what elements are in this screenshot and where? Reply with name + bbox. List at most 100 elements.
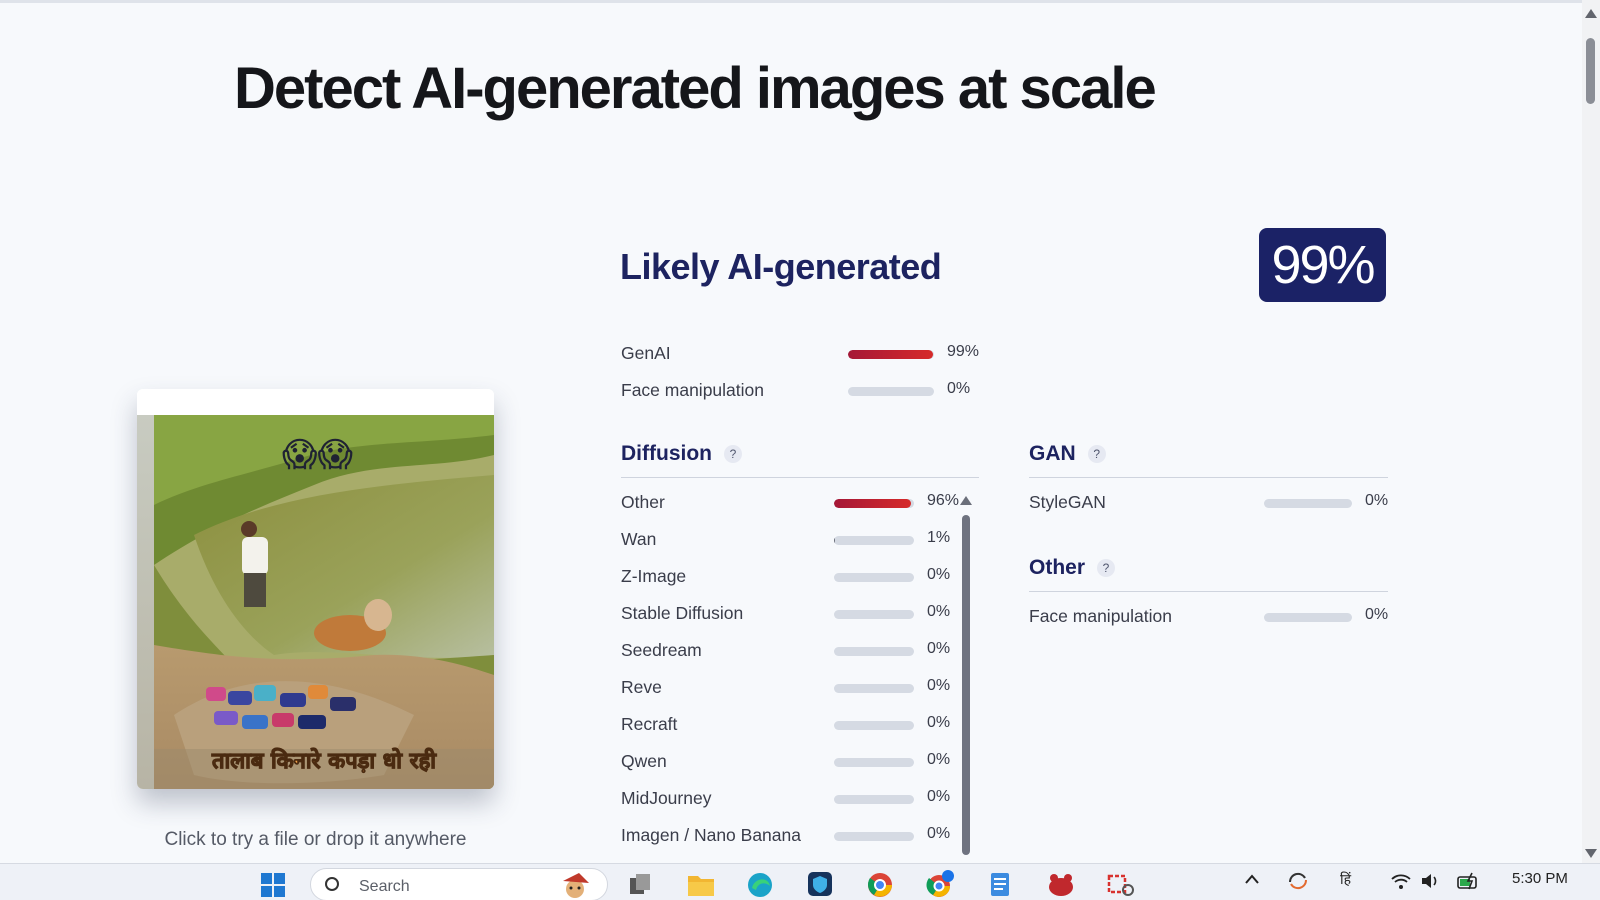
score-row-percent: 0% [1365,606,1389,623]
page-scrollbar-thumb[interactable] [1586,38,1595,104]
diffusion-scroll-up-icon[interactable] [960,496,972,505]
score-row-percent: 1% [927,529,951,546]
score-bar [834,573,914,582]
gan-section-title: GAN? [1029,442,1106,466]
uploaded-image-card[interactable]: 😱😱 तालाब किनारे कपड़ा धो रही [137,389,494,789]
taskbar-search[interactable]: Search [310,868,608,900]
score-row-label: Z-Image [621,566,687,586]
score-row: Seedream 0% [621,640,961,664]
taskbar-clock[interactable]: 5:30 PM [1512,870,1568,887]
score-row: StyleGAN 0% [1029,492,1389,516]
image-card-edge [137,415,154,789]
task-view-icon[interactable] [626,870,654,898]
score-row-label: Other [621,492,665,512]
score-row-label: Stable Diffusion [621,603,744,623]
score-bar [834,647,914,656]
sync-icon[interactable] [1286,870,1310,895]
score-row-label: MidJourney [621,788,712,808]
page-scrollbar[interactable] [1582,0,1600,863]
search-highlight-icon [549,871,601,899]
uploaded-image-preview[interactable]: 😱😱 तालाब किनारे कपड़ा धो रही [154,415,494,789]
score-bar-fill [848,350,934,359]
score-row: Reve 0% [621,677,961,701]
score-row-label: Recraft [621,714,678,734]
score-row-percent: 0% [927,788,951,805]
score-row: Recraft 0% [621,714,961,738]
game-app-icon[interactable] [1046,870,1074,898]
score-badge: 99% [1259,228,1386,302]
score-bar [834,684,914,693]
notepad-icon[interactable] [986,870,1014,898]
score-row-percent: 0% [947,380,971,397]
tray-chevron-up-icon[interactable] [1244,872,1260,889]
security-app-icon[interactable] [806,870,834,898]
score-bar [834,832,914,841]
windows-taskbar: Search हिं 5:30 PM [0,863,1600,900]
score-bar [834,499,914,508]
score-row: Stable Diffusion 0% [621,603,961,627]
file-explorer-icon[interactable] [686,870,714,898]
chrome-profile-icon[interactable] [926,870,954,898]
search-icon [325,877,339,891]
score-row-percent: 0% [927,640,951,657]
score-bar [848,387,934,396]
score-row-percent: 0% [1365,492,1389,509]
score-bar-fill [834,499,911,508]
scroll-up-arrow-icon[interactable] [1585,9,1597,18]
score-row: GenAI 99% [621,343,981,367]
score-bar [834,536,914,545]
page-title: Detect AI-generated images at scale [234,56,1157,121]
chrome-canary-icon[interactable] [866,870,894,898]
score-row: Face manipulation 0% [621,380,981,404]
scroll-down-arrow-icon[interactable] [1585,849,1597,858]
score-bar [1264,499,1352,508]
snipping-tool-icon[interactable] [1106,870,1134,898]
other-section-title: Other? [1029,556,1116,580]
score-row-percent: 99% [947,343,980,360]
taskbar-search-placeholder: Search [359,878,410,895]
wifi-icon[interactable] [1390,872,1412,893]
gan-title-text: GAN [1029,442,1076,465]
score-bar [834,795,914,804]
score-row-label: Face manipulation [1029,606,1172,626]
score-row-label: Reve [621,677,662,697]
score-row: Other 96% [621,492,961,516]
page-content: Detect AI-generated images at scale 😱😱 त… [0,3,1582,863]
score-bar [1264,613,1352,622]
score-row-percent: 0% [927,566,951,583]
drop-zone-hint[interactable]: Click to try a file or drop it anywhere [137,829,494,851]
image-card-top-strip [137,389,494,415]
other-title-text: Other [1029,556,1086,579]
score-bar [848,350,934,359]
score-bar [834,610,914,619]
gan-divider [1029,477,1388,478]
diffusion-scrollbar-thumb[interactable] [962,515,970,855]
edge-browser-icon[interactable] [746,870,774,898]
score-row-percent: 0% [927,677,951,694]
score-row-label: Imagen / Nano Banana [621,825,801,845]
score-row-percent: 0% [927,714,951,731]
diffusion-divider [621,477,979,478]
score-row-percent: 0% [927,751,951,768]
battery-charging-icon[interactable] [1456,871,1482,894]
score-row: Face manipulation 0% [1029,606,1389,630]
score-row: MidJourney 0% [621,788,961,812]
other-help-icon[interactable]: ? [1097,559,1116,578]
score-row-label: Seedream [621,640,702,660]
diffusion-help-icon[interactable]: ? [723,445,742,464]
score-row: Wan 1% [621,529,961,553]
score-row: Z-Image 0% [621,566,961,590]
gan-help-icon[interactable]: ? [1087,445,1106,464]
volume-icon[interactable] [1420,872,1442,893]
verdict-heading: Likely AI-generated [620,246,942,287]
score-row-percent: 0% [927,825,951,842]
language-indicator[interactable]: हिं [1340,870,1351,889]
windows-start-icon[interactable] [259,870,287,898]
score-row-label: GenAI [621,343,671,363]
score-row: Imagen / Nano Banana 0% [621,825,961,849]
score-row: Qwen 0% [621,751,961,775]
diffusion-title-text: Diffusion [621,442,712,465]
image-caption-overlay: तालाब किनारे कपड़ा धो रही [211,749,437,775]
score-bar [834,721,914,730]
score-row-label: Wan [621,529,657,549]
